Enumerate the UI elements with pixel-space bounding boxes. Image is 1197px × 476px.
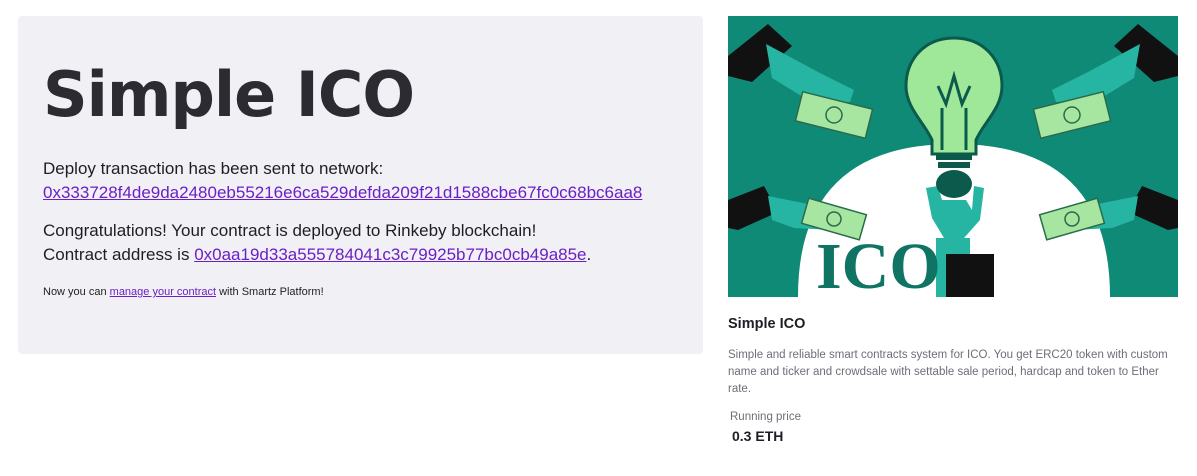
contract-address-link[interactable]: 0x0aa19d33a555784041c3c79925b77bc0cb49a8… (194, 245, 586, 264)
contract-address-suffix: . (586, 245, 592, 264)
price-value: 0.3 ETH (732, 428, 784, 444)
manage-suffix: with Smartz Platform! (216, 286, 324, 298)
ico-label: ICO (816, 230, 941, 297)
price-label: Running price (730, 411, 801, 423)
manage-prefix: Now you can (43, 286, 110, 298)
ico-illustration: ICO (728, 16, 1178, 297)
contract-address-line: Contract address is 0x0aa19d33a555784041… (43, 243, 591, 267)
deploy-sent-text: Deploy transaction has been sent to netw… (43, 159, 384, 178)
deploy-panel: Simple ICO Deploy transaction has been s… (18, 16, 703, 354)
card-title: Simple ICO (728, 316, 806, 332)
deploy-sent-block: Deploy transaction has been sent to netw… (43, 157, 642, 205)
contract-address-prefix: Contract address is (43, 245, 195, 264)
product-card: ICO Simple ICO Simple and reliable smart… (728, 16, 1178, 444)
deploy-success-block: Congratulations! Your contract is deploy… (43, 219, 591, 267)
card-description: Simple and reliable smart contracts syst… (728, 349, 1168, 395)
manage-contract-link[interactable]: manage your contract (110, 286, 216, 298)
manage-contract-note: Now you can manage your contract with Sm… (43, 284, 324, 300)
congrats-text: Congratulations! Your contract is deploy… (43, 221, 537, 240)
page-title: Simple ICO (43, 58, 415, 131)
transaction-hash-link[interactable]: 0x333728f4de9da2480eb55216e6ca529defda20… (43, 183, 642, 202)
